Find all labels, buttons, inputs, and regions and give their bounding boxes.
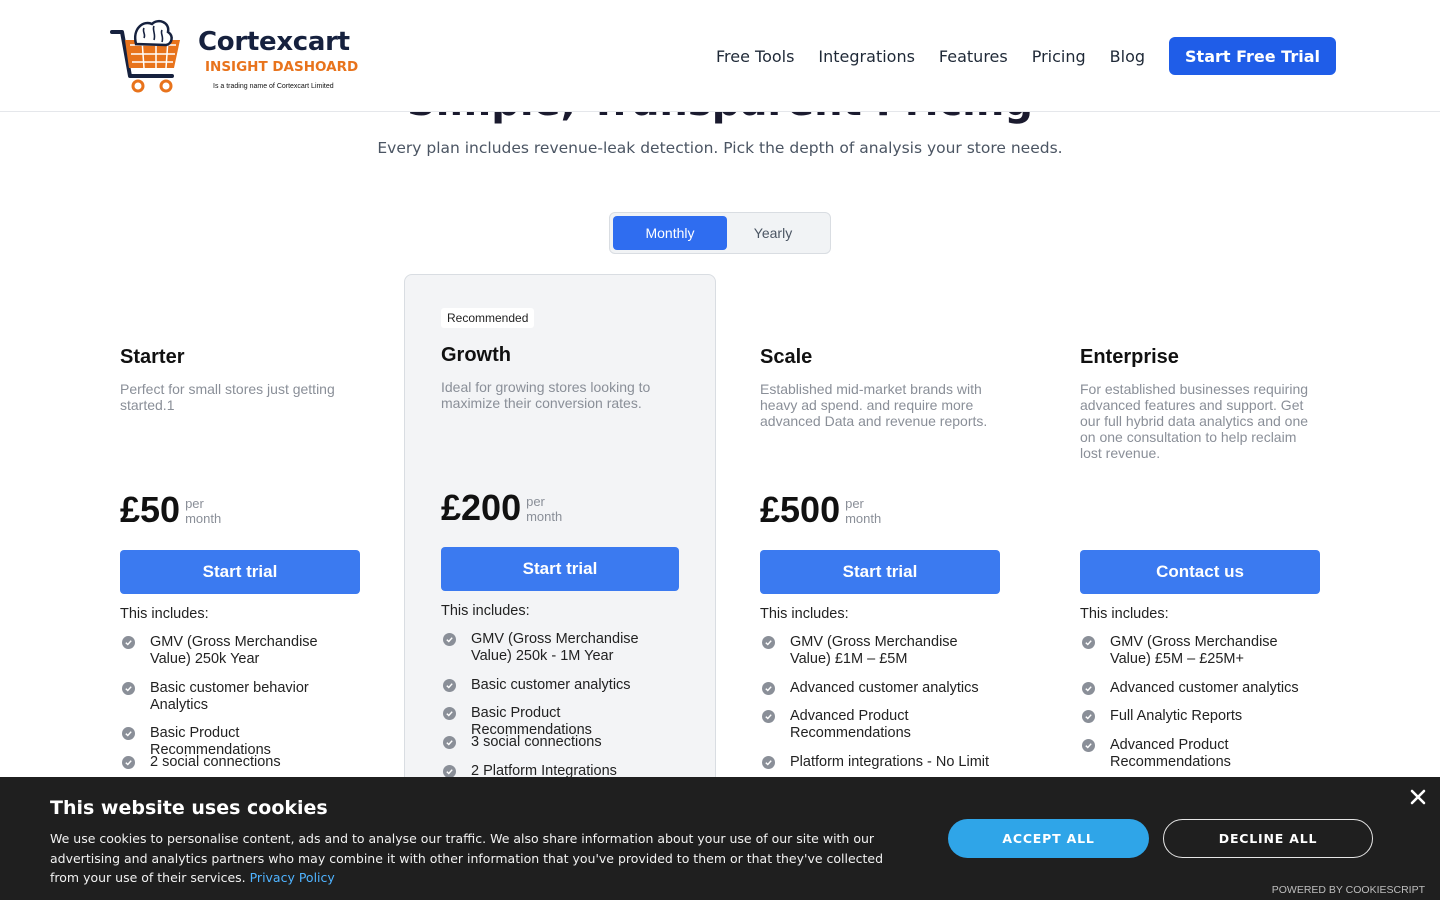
- plan-price: £500: [760, 489, 841, 530]
- brand-tagline: Is a trading name of Cortexcart Limited: [213, 83, 334, 90]
- plan-name: Growth: [441, 344, 511, 366]
- check-icon: [1082, 636, 1095, 649]
- start-free-trial-button[interactable]: Start Free Trial: [1169, 37, 1336, 75]
- feature-item: Advanced customer analytics: [762, 680, 998, 697]
- includes-label: This includes:: [120, 606, 209, 622]
- check-icon: [122, 682, 135, 695]
- nav-blog[interactable]: Blog: [1110, 47, 1145, 66]
- price-period: per month: [526, 494, 563, 524]
- plan-description: Established mid-market brands with heavy…: [760, 381, 988, 429]
- check-icon: [122, 756, 135, 769]
- check-icon: [762, 710, 775, 723]
- decline-all-button[interactable]: DECLINE ALL: [1163, 819, 1373, 858]
- plan-card-starter: Starter Perfect for small stores just ge…: [120, 280, 360, 777]
- plan-description: Perfect for small stores just getting st…: [120, 381, 335, 413]
- feature-item: Full Analytic Reports: [1082, 708, 1318, 725]
- cookie-banner: This website uses cookies We use cookies…: [0, 777, 1440, 900]
- feature-item: GMV (Gross Merchandise Value) 250k - 1M …: [443, 631, 683, 665]
- feature-item: GMV (Gross Merchandise Value) £5M – £25M…: [1082, 634, 1318, 668]
- nav-free-tools[interactable]: Free Tools: [716, 47, 794, 66]
- brand-product: INSIGHT DASHOARD: [205, 59, 359, 75]
- feature-item: Advanced customer analytics: [1082, 680, 1318, 697]
- accept-all-button[interactable]: ACCEPT ALL: [948, 819, 1149, 858]
- close-icon[interactable]: [1408, 787, 1428, 807]
- privacy-policy-link[interactable]: Privacy Policy: [250, 870, 335, 885]
- check-icon: [443, 633, 456, 646]
- check-icon: [1082, 710, 1095, 723]
- plan-name: Enterprise: [1080, 346, 1179, 368]
- check-icon: [762, 682, 775, 695]
- check-icon: [762, 756, 775, 769]
- check-icon: [443, 736, 456, 749]
- cart-brain-logo-icon: [110, 20, 180, 93]
- nav-integrations[interactable]: Integrations: [818, 47, 915, 66]
- feature-item: Basic customer analytics: [443, 677, 683, 694]
- check-icon: [762, 636, 775, 649]
- feature-item: Advanced Product Recommendations: [1082, 737, 1318, 771]
- billing-toggle: Monthly Yearly: [609, 212, 831, 254]
- check-icon: [122, 727, 135, 740]
- powered-by-label: POWERED BY COOKIESCRIPT: [1271, 884, 1425, 896]
- includes-label: This includes:: [760, 606, 849, 622]
- feature-item: Platform integrations - No Limit: [762, 754, 998, 771]
- logo[interactable]: Cortexcart INSIGHT DASHOARD Is a trading…: [108, 18, 358, 96]
- site-header: Cortexcart INSIGHT DASHOARD Is a trading…: [0, 0, 1440, 112]
- plan-description: Ideal for growing stores looking to maxi…: [441, 379, 651, 411]
- nav-features[interactable]: Features: [939, 47, 1008, 66]
- cookie-text: We use cookies to personalise content, a…: [50, 831, 884, 885]
- start-trial-button[interactable]: Start trial: [760, 550, 1000, 594]
- check-icon: [1082, 682, 1095, 695]
- price-row: £500 per month: [760, 492, 881, 528]
- feature-item: GMV (Gross Merchandise Value) £1M – £5M: [762, 634, 998, 668]
- contact-us-button[interactable]: Contact us: [1080, 550, 1320, 594]
- yearly-toggle-button[interactable]: Yearly: [716, 216, 830, 250]
- feature-item: Advanced Product Recommendations: [762, 708, 998, 742]
- plan-card-enterprise: Enterprise For established businesses re…: [1080, 280, 1320, 777]
- price-row: £50 per month: [120, 492, 221, 528]
- check-icon: [122, 636, 135, 649]
- monthly-toggle-button[interactable]: Monthly: [613, 216, 727, 250]
- check-icon: [1082, 739, 1095, 752]
- plan-name: Scale: [760, 346, 813, 368]
- plan-price: £50: [120, 489, 181, 530]
- price-period: per month: [845, 496, 882, 526]
- feature-item: 2 social connections: [122, 754, 358, 771]
- main-nav: Free Tools Integrations Features Pricing…: [692, 37, 1336, 75]
- price-period: per month: [185, 496, 222, 526]
- page-subtitle: Every plan includes revenue-leak detecti…: [377, 139, 1063, 157]
- feature-item: GMV (Gross Merchandise Value) 250k Year: [122, 634, 358, 668]
- plan-name: Starter: [120, 346, 185, 368]
- price-row: £200 per month: [441, 490, 562, 526]
- plan-card-growth: Recommended Growth Ideal for growing sto…: [404, 274, 716, 794]
- includes-label: This includes:: [1080, 606, 1169, 622]
- plan-description: For established businesses requiring adv…: [1080, 381, 1309, 461]
- check-icon: [443, 707, 456, 720]
- start-trial-button[interactable]: Start trial: [441, 547, 679, 591]
- feature-item: 3 social connections: [443, 734, 683, 751]
- cookie-title: This website uses cookies: [50, 797, 328, 819]
- check-icon: [443, 679, 456, 692]
- start-trial-button[interactable]: Start trial: [120, 550, 360, 594]
- recommended-badge: Recommended: [441, 308, 535, 328]
- brand-name: Cortexcart: [198, 27, 350, 57]
- includes-label: This includes:: [441, 603, 530, 619]
- feature-item: Basic customer behavior Analytics: [122, 680, 358, 714]
- nav-pricing[interactable]: Pricing: [1032, 47, 1086, 66]
- plan-card-scale: Scale Established mid-market brands with…: [760, 280, 1000, 777]
- plan-price: £200: [441, 487, 522, 528]
